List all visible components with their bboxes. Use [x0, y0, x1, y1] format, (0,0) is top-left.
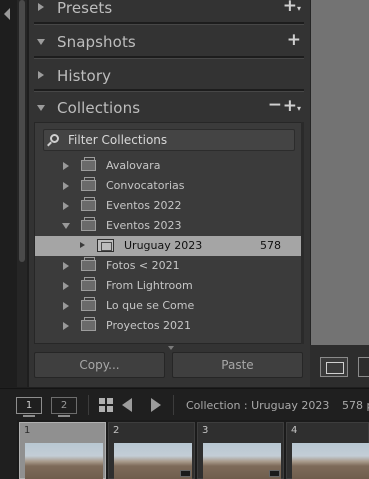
collection-set-icon — [81, 157, 96, 171]
cell-number: 3 — [202, 425, 209, 436]
compare-view-button[interactable] — [358, 357, 369, 377]
photo-thumbnail[interactable] — [292, 443, 369, 479]
filter-collections-field[interactable]: Filter Collections — [43, 129, 295, 151]
section-divider — [34, 22, 304, 25]
main-window-button[interactable]: 1 — [16, 397, 42, 417]
collection-set-row[interactable]: From Lightroom — [35, 276, 303, 296]
expand-triangle-icon[interactable] — [63, 302, 69, 310]
add-collection-button[interactable]: +▾ — [283, 96, 301, 116]
snapshots-title: Snapshots — [57, 33, 136, 51]
collection-set-icon — [81, 217, 96, 231]
copy-button[interactable]: Copy... — [34, 352, 165, 378]
collection-name: Uruguay 2023 — [124, 239, 203, 252]
cell-number: 1 — [24, 425, 31, 436]
collection-set-name: Eventos 2022 — [106, 199, 182, 212]
scrollbar-thumb[interactable] — [19, 0, 25, 262]
collections-title: Collections — [57, 99, 141, 117]
expand-triangle-icon[interactable] — [38, 71, 44, 79]
filmstrip-cell[interactable]: 3 — [197, 422, 284, 479]
expand-triangle-icon[interactable] — [63, 182, 69, 190]
collection-set-icon — [81, 177, 96, 191]
snapshots-section-header[interactable]: Snapshots + — [29, 27, 310, 57]
secondary-toolbar: 1 2 Collection : Uruguay 2023 578 p — [0, 388, 369, 420]
left-panel-scrollbar[interactable] — [17, 0, 27, 387]
cell-number: 2 — [113, 425, 120, 436]
toolbar-separator — [173, 395, 174, 415]
collection-set-name: Eventos 2023 — [106, 219, 182, 232]
photo-thumbnail[interactable] — [25, 443, 103, 479]
collection-set-icon — [81, 197, 96, 211]
photo-count: 578 p — [342, 399, 369, 412]
target-arrow-icon — [80, 242, 85, 248]
loupe-view-button[interactable] — [320, 357, 348, 377]
left-panel: Presets +▾ Snapshots + History Collectio… — [29, 0, 310, 387]
paste-button[interactable]: Paste — [172, 352, 303, 378]
view-toolbar — [310, 345, 369, 387]
collapse-left-panel-icon[interactable] — [4, 8, 10, 20]
filter-placeholder: Filter Collections — [68, 133, 168, 147]
collapse-triangle-icon[interactable] — [37, 105, 45, 111]
left-panel-strip — [0, 0, 29, 387]
secondary-window-button[interactable]: 2 — [51, 397, 77, 417]
source-indicator[interactable]: Collection : Uruguay 2023 — [186, 399, 329, 412]
edited-badge-icon — [180, 470, 191, 477]
main-view-area — [310, 0, 369, 345]
collections-section-header[interactable]: Collections − +▾ — [29, 93, 310, 123]
collection-set-name: Convocatorias — [106, 179, 185, 192]
expand-triangle-icon[interactable] — [63, 322, 69, 330]
collection-count: 578 — [260, 239, 281, 252]
section-divider — [34, 56, 304, 59]
cell-number: 4 — [291, 425, 298, 436]
collection-set-row[interactable]: Lo que se Come — [35, 296, 303, 316]
collection-set-name: Avalovara — [106, 159, 161, 172]
collapse-triangle-icon[interactable] — [62, 223, 70, 229]
presets-section-header[interactable]: Presets +▾ — [29, 0, 310, 23]
toolbar-separator — [88, 395, 89, 415]
panel-end-marker-icon — [168, 346, 174, 350]
expand-triangle-icon[interactable] — [63, 282, 69, 290]
filmstrip-cell[interactable]: 2 — [108, 422, 195, 479]
collection-set-name: Lo que se Come — [106, 299, 195, 312]
grid-view-icon[interactable] — [99, 398, 113, 412]
collection-set-icon — [81, 297, 96, 311]
expand-triangle-icon[interactable] — [63, 262, 69, 270]
collection-set-icon — [81, 257, 96, 271]
expand-triangle-icon[interactable] — [63, 162, 69, 170]
expand-triangle-icon[interactable] — [63, 202, 69, 210]
collection-row-selected[interactable]: Uruguay 2023 578 — [35, 236, 303, 256]
add-snapshot-button[interactable]: + — [287, 30, 301, 50]
collection-set-row[interactable]: Convocatorias — [35, 176, 303, 196]
collection-set-row[interactable]: Eventos 2022 — [35, 196, 303, 216]
collection-set-name: Proyectos 2021 — [106, 319, 192, 332]
collection-set-row[interactable]: Fotos < 2021 — [35, 256, 303, 276]
filmstrip-left-edge — [0, 420, 17, 479]
collection-icon — [97, 239, 114, 252]
edited-badge-icon — [269, 470, 280, 477]
back-arrow-icon[interactable] — [122, 398, 132, 412]
filmstrip: 1 2 3 4 — [0, 420, 369, 479]
filmstrip-cell[interactable]: 4 — [286, 422, 369, 479]
collections-scrollbar[interactable] — [301, 122, 304, 344]
collection-set-name: Fotos < 2021 — [106, 259, 180, 272]
history-title: History — [57, 67, 112, 85]
collection-set-row[interactable]: Eventos 2023 — [35, 216, 303, 236]
collection-set-icon — [81, 277, 96, 291]
search-icon — [50, 134, 59, 143]
expand-triangle-icon[interactable] — [38, 3, 44, 11]
collapse-triangle-icon[interactable] — [37, 39, 45, 45]
remove-collection-button[interactable]: − — [268, 95, 282, 115]
filmstrip-cell[interactable]: 1 — [19, 422, 106, 479]
collections-list: Filter Collections Avalovara Convocatori… — [34, 122, 304, 344]
section-divider — [34, 89, 304, 92]
collection-set-name: From Lightroom — [106, 279, 193, 292]
presets-title: Presets — [57, 0, 113, 17]
add-preset-button[interactable]: +▾ — [283, 0, 301, 16]
history-section-header[interactable]: History — [29, 61, 310, 91]
collection-set-row[interactable]: Proyectos 2021 — [35, 316, 303, 336]
forward-arrow-icon[interactable] — [151, 398, 161, 412]
collection-set-icon — [81, 317, 96, 331]
collection-set-row[interactable]: Avalovara — [35, 156, 303, 176]
